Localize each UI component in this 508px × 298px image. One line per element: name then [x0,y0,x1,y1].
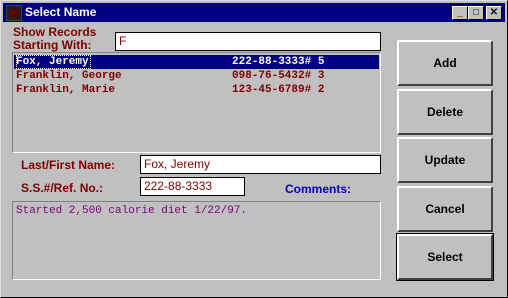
record-ssn: 123-45-6789# 2 [232,84,325,96]
name-label: Last/First Name: [21,158,116,172]
record-ssn: 098-76-5432# 3 [232,70,325,82]
update-button[interactable]: Update [397,137,493,183]
maximize-button[interactable]: □ [468,6,484,20]
select-name-dialog: Select Name _ □ ✕ Show Records Starting … [0,0,508,298]
record-name: Fox, Jeremy [16,55,91,69]
add-button[interactable]: Add [397,40,493,86]
close-button[interactable]: ✕ [486,6,502,20]
record-ssn: 222-88-3333# 5 [232,56,325,68]
app-icon[interactable] [6,5,22,21]
comments-label: Comments: [285,182,352,196]
window-title: Select Name [25,5,97,19]
comments-field[interactable]: Started 2,500 calorie diet 1/22/97. [12,201,381,280]
list-item[interactable]: Fox, Jeremy 222-88-3333# 5 [14,55,379,69]
search-input[interactable]: F [115,32,381,51]
ssn-field[interactable]: 222-88-3333 [140,177,245,196]
records-list[interactable]: Fox, Jeremy 222-88-3333# 5 Franklin, Geo… [12,52,381,153]
cancel-button[interactable]: Cancel [397,186,493,232]
record-name: Franklin, George [16,70,122,82]
search-label: Show Records Starting With: [13,26,96,52]
list-item[interactable]: Franklin, George 098-76-5432# 3 [14,69,379,83]
title-bar[interactable]: Select Name _ □ ✕ [3,3,505,22]
record-name: Franklin, Marie [16,84,116,96]
list-item[interactable]: Franklin, Marie 123-45-6789# 2 [14,83,379,97]
delete-button[interactable]: Delete [397,89,493,135]
select-button[interactable]: Select [396,233,494,281]
minimize-button[interactable]: _ [452,6,468,20]
name-field[interactable]: Fox, Jeremy [140,155,381,174]
ssn-label: S.S.#/Ref. No.: [21,181,104,195]
search-label-line2: Starting With: [13,38,92,52]
